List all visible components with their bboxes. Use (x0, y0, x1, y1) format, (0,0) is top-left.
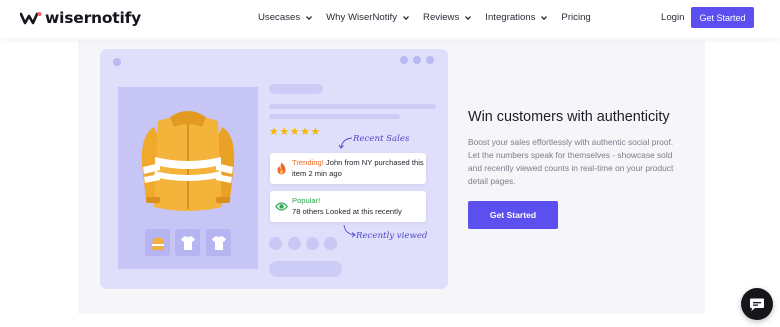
tshirt-icon (180, 235, 195, 250)
nav-item-label: Integrations (485, 12, 536, 23)
nav-item-label: Pricing (561, 12, 591, 23)
popular-tag: Popular! (292, 196, 321, 205)
chevron-down-icon (465, 15, 472, 20)
tshirt-icon (211, 235, 226, 250)
nav-item-pricing[interactable]: Pricing (561, 12, 590, 23)
nav-item-why-wisernotify[interactable]: Why WiserNotify (326, 12, 410, 23)
notification-text: Popular! 78 others Looked at this recentl… (292, 195, 424, 217)
logo-text: wisernotify (45, 9, 142, 27)
chevron-down-icon (541, 15, 548, 20)
feature-heading: Win customers with authenticity (468, 109, 670, 125)
get-started-button[interactable]: Get Started (468, 201, 558, 229)
jacket-thumb-icon (151, 237, 164, 250)
logo[interactable]: wisernotify (19, 9, 142, 27)
nav-item-label: Reviews (423, 12, 460, 23)
main-menu: Usecases Why WiserNotify Reviews Integra… (258, 12, 604, 23)
jacket-illustration (141, 111, 235, 211)
placeholder-button (269, 261, 342, 277)
nav-item-integrations[interactable]: Integrations (485, 12, 548, 23)
eye-icon (275, 202, 288, 211)
window-dot (113, 58, 121, 66)
top-navbar: wisernotify Usecases Why WiserNotify Rev… (0, 0, 780, 38)
chat-bubble-icon (750, 298, 764, 311)
notification-card-popular: Popular! 78 others Looked at this recentl… (270, 191, 426, 222)
placeholder-bar (269, 104, 436, 109)
login-link[interactable]: Login (661, 12, 684, 23)
rating-stars: ★★★★★ (269, 126, 321, 138)
window-dot (413, 56, 421, 64)
chat-widget-button[interactable] (741, 288, 773, 320)
chevron-down-icon (306, 15, 313, 20)
chevron-down-icon (403, 15, 409, 20)
fire-icon (277, 162, 286, 175)
placeholder-swatch (306, 237, 319, 250)
notification-card-trending: Trending! John from NY purchased this it… (270, 153, 426, 184)
window-dot (400, 56, 408, 64)
nav-item-reviews[interactable]: Reviews (423, 12, 472, 23)
wiser-logo-icon (19, 10, 42, 26)
nav-item-label: Usecases (258, 12, 301, 23)
get-started-nav-button[interactable]: Get Started (691, 7, 754, 28)
window-dot (426, 56, 434, 64)
arrow-curve-icon (338, 137, 353, 149)
annotation-recent-sales: Recent Sales (353, 134, 410, 144)
placeholder-bar (269, 114, 400, 119)
thumbnail-shirt[interactable] (206, 229, 231, 256)
popular-message: 78 others Looked at this recently (292, 207, 402, 216)
arrow-curve-icon (343, 224, 356, 238)
thumbnail-shirt[interactable] (175, 229, 200, 256)
trending-tag: Trending! (292, 158, 324, 167)
placeholder-swatch (324, 237, 337, 250)
nav-item-label: Why WiserNotify (326, 12, 398, 23)
placeholder-swatch (269, 237, 282, 250)
feature-description: Boost your sales effortlessly with authe… (468, 137, 674, 186)
annotation-recently-viewed: Recently viewed (356, 231, 428, 241)
thumbnail-jacket[interactable] (145, 229, 170, 256)
placeholder-bar (269, 84, 323, 94)
placeholder-swatch (288, 237, 301, 250)
notification-text: Trending! John from NY purchased this it… (292, 157, 424, 179)
nav-item-usecases[interactable]: Usecases (258, 12, 313, 23)
